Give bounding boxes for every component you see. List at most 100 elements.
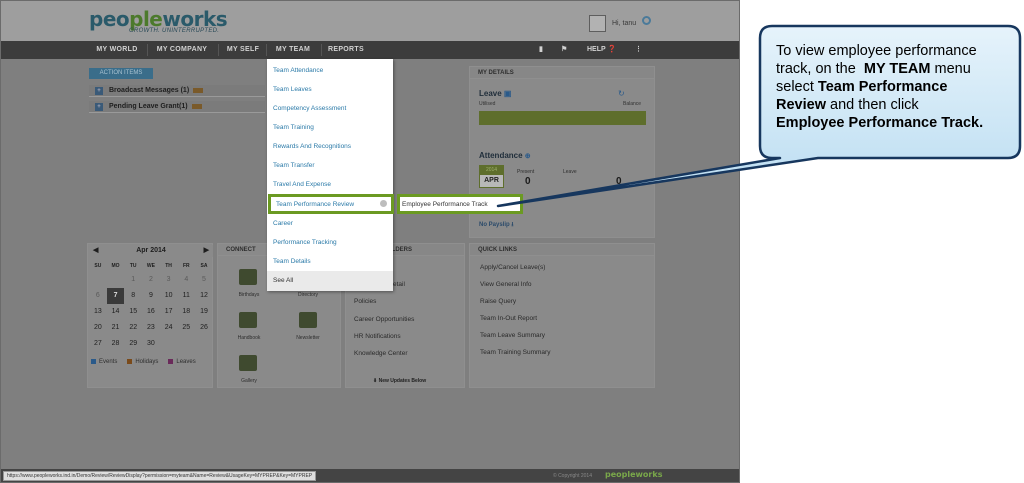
nav-my-world[interactable]: MY WORLD	[89, 41, 145, 59]
calendar-day[interactable]: 2	[142, 272, 160, 288]
calendar-day[interactable]	[107, 272, 125, 288]
calendar-day[interactable]: 17	[160, 304, 178, 320]
middle-link-retail[interactable]: etail	[393, 281, 405, 288]
calendar-day[interactable]: 15	[124, 304, 142, 320]
action-item-broadcast[interactable]: + Broadcast Messages (1)	[89, 85, 265, 97]
handbook-icon[interactable]	[239, 312, 257, 328]
user-menu[interactable]: Hi, tanu	[589, 15, 636, 32]
connect-newsletter[interactable]: Newsletter	[288, 335, 328, 341]
calendar-day[interactable]: 14	[107, 304, 125, 320]
calendar-day[interactable]: 21	[107, 320, 125, 336]
avatar[interactable]	[589, 15, 606, 32]
settings-gear-icon[interactable]	[642, 16, 651, 25]
expand-plus-icon[interactable]: +	[95, 103, 103, 111]
connect-handbook[interactable]: Handbook	[229, 335, 269, 341]
newsletter-icon[interactable]	[299, 312, 317, 328]
quick-link-team-training-summary[interactable]: Team Training Summary	[480, 349, 550, 356]
calendar-day[interactable]: 18	[177, 304, 195, 320]
refresh-icon[interactable]: ↻	[618, 89, 625, 98]
menu-item-travel-expense[interactable]: Travel And Expense	[273, 181, 331, 188]
download-icon[interactable]: ⭳	[511, 222, 513, 228]
nav-my-self[interactable]: MY SELF	[221, 41, 265, 59]
tree-icon[interactable]: ⋮	[635, 41, 642, 59]
calendar-day[interactable]: 10	[160, 288, 178, 304]
menu-item-team-training[interactable]: Team Training	[273, 124, 314, 131]
calendar-day[interactable]: 23	[142, 320, 160, 336]
quick-link-apply-leave[interactable]: Apply/Cancel Leave(s)	[480, 264, 545, 271]
action-item-pending-leave[interactable]: + Pending Leave Grant(1)	[89, 101, 265, 113]
submenu-employee-performance-track[interactable]: Employee Performance Track	[397, 194, 523, 214]
connect-gallery[interactable]: Gallery	[229, 378, 269, 384]
calendar-day[interactable]: 25	[177, 320, 195, 336]
nav-my-team[interactable]: MY TEAM	[267, 41, 319, 59]
calendar-day[interactable]: 4	[177, 272, 195, 288]
calendar-day[interactable]: 6	[89, 288, 107, 304]
gallery-icon[interactable]	[239, 355, 257, 371]
calendar-day[interactable]: 12	[195, 288, 213, 304]
calendar-day[interactable]: 3	[160, 272, 178, 288]
new-updates-link[interactable]: ⬇ New Updates Below	[373, 378, 426, 384]
calendar-day[interactable]: 13	[89, 304, 107, 320]
calendar-day[interactable]: 24	[160, 320, 178, 336]
help-link[interactable]: HELP ❓	[587, 41, 616, 59]
calendar-day[interactable]	[177, 336, 195, 352]
calendar-day[interactable]: 1	[124, 272, 142, 288]
calendar-day[interactable]: 28	[107, 336, 125, 352]
quick-link-general-info[interactable]: View General Info	[480, 281, 532, 288]
calendar-day[interactable]: 9	[142, 288, 160, 304]
calendar-day[interactable]: 27	[89, 336, 107, 352]
quick-link-team-in-out[interactable]: Team In-Out Report	[480, 315, 537, 322]
menu-item-label: Team Performance Review	[276, 201, 355, 208]
calendar-day[interactable]: 5	[195, 272, 213, 288]
calendar-icon[interactable]: ▣	[504, 89, 512, 98]
nav-my-company[interactable]: MY COMPANY	[149, 41, 215, 59]
info-icon[interactable]: ⊕	[525, 153, 531, 160]
quick-links-title: QUICK LINKS	[470, 244, 654, 256]
middle-link-knowledge-center[interactable]: Knowledge Center	[354, 350, 407, 357]
calendar-day[interactable]: 8	[124, 288, 142, 304]
menu-item-career[interactable]: Career	[273, 220, 293, 227]
menu-item-team-performance-review[interactable]: Team Performance Review	[268, 194, 394, 214]
menu-item-see-all[interactable]: See All	[267, 271, 393, 291]
quick-link-raise-query[interactable]: Raise Query	[480, 298, 516, 305]
nav-reports[interactable]: REPORTS	[323, 41, 369, 59]
calendar-day[interactable]	[195, 336, 213, 352]
calendar-day[interactable]	[160, 336, 178, 352]
calendar-day[interactable]: 19	[195, 304, 213, 320]
calendar-day[interactable]: 26	[195, 320, 213, 336]
book-icon[interactable]: ▮	[539, 41, 543, 59]
menu-item-competency-assessment[interactable]: Competency Assessment	[273, 105, 346, 112]
calendar-day[interactable]: 30	[142, 336, 160, 352]
menu-item-team-transfer[interactable]: Team Transfer	[273, 162, 315, 169]
present-label: Present	[517, 169, 535, 175]
connect-directory[interactable]: Directory	[288, 292, 328, 298]
flag-icon[interactable]: ⚑	[561, 41, 567, 59]
next-month-icon[interactable]: ▶	[204, 245, 209, 257]
calendar-day[interactable]: 29	[124, 336, 142, 352]
calendar-day[interactable]	[89, 272, 107, 288]
connect-birthdays[interactable]: Birthdays	[229, 292, 269, 298]
quick-link-team-leave-summary[interactable]: Team Leave Summary	[480, 332, 545, 339]
expand-plus-icon[interactable]: +	[95, 87, 103, 95]
calendar-day[interactable]: 22	[124, 320, 142, 336]
menu-item-rewards[interactable]: Rewards And Recognitions	[273, 143, 351, 150]
callout-line: select Team Performance	[776, 79, 948, 95]
menu-item-performance-tracking[interactable]: Performance Tracking	[273, 239, 337, 246]
calendar-day[interactable]: 11	[177, 288, 195, 304]
middle-link-policies[interactable]: Policies	[354, 298, 376, 305]
calendar-legend: Events Holidays Leaves	[91, 359, 196, 365]
calendar-day[interactable]: 16	[142, 304, 160, 320]
help-label: HELP	[587, 46, 606, 53]
middle-link-hr-notifications[interactable]: HR Notifications	[354, 333, 401, 340]
birthday-cake-icon[interactable]	[239, 269, 257, 285]
prev-month-icon[interactable]: ◀	[93, 245, 98, 257]
menu-item-team-details[interactable]: Team Details	[273, 258, 311, 265]
calendar-day-today[interactable]: 7	[106, 288, 125, 304]
no-payslip-link[interactable]: No Payslip ⭳	[479, 220, 513, 230]
tab-action-items[interactable]: ACTION ITEMS	[89, 68, 153, 79]
menu-item-team-leaves[interactable]: Team Leaves	[273, 86, 312, 93]
calendar-day[interactable]: 20	[89, 320, 107, 336]
menu-item-team-attendance[interactable]: Team Attendance	[273, 67, 323, 74]
middle-link-career-opportunities[interactable]: Career Opportunities	[354, 316, 414, 323]
calendar-month: Apr 2014	[136, 247, 166, 254]
